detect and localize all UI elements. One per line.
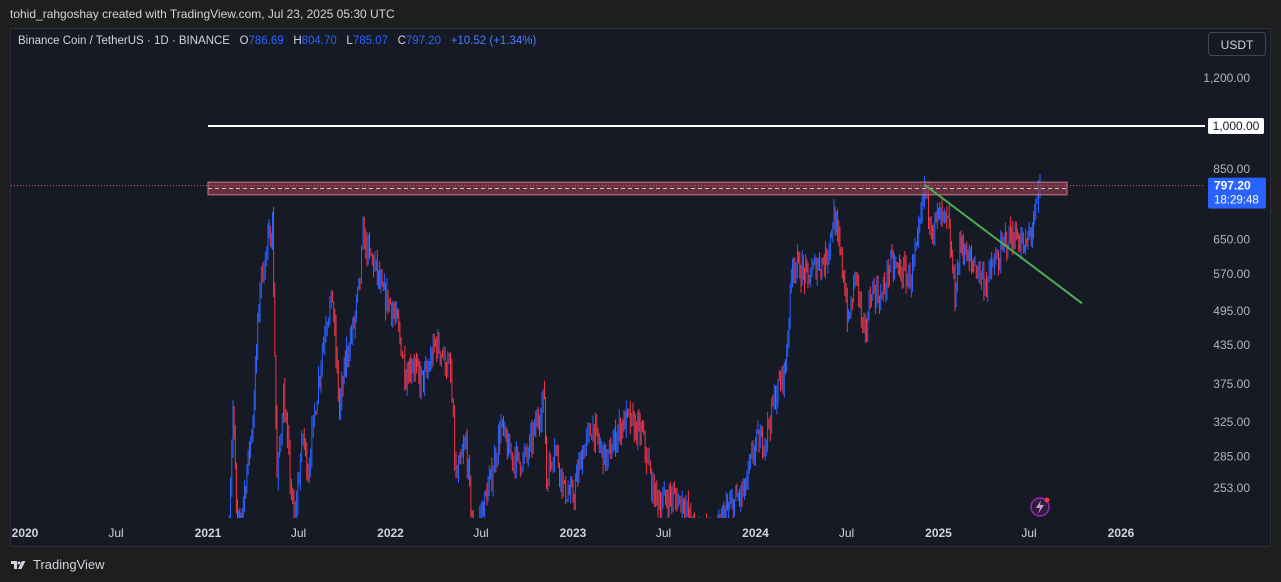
tradingview-logo-icon xyxy=(11,560,26,569)
countdown-text: 18:29:48 xyxy=(1214,195,1259,207)
candlestick-series xyxy=(228,174,1041,518)
time-tick-label: 2020 xyxy=(12,526,39,540)
time-tick-label: Jul xyxy=(1021,526,1036,540)
symbol-name: Binance Coin / TetherUS · 1D · BINANCE xyxy=(18,35,230,47)
price-tick-label: 650.00 xyxy=(1213,232,1250,246)
time-tick-label: 2026 xyxy=(1108,526,1135,540)
price-axis[interactable]: 1,200.00850.00750.00650.00570.00495.0043… xyxy=(1203,71,1266,495)
low-value: 785.07 xyxy=(352,35,388,47)
close-label: C xyxy=(397,35,406,47)
time-tick-label: 2021 xyxy=(195,526,222,540)
price-tick-label: 375.00 xyxy=(1213,377,1250,391)
price-tick-label: 435.00 xyxy=(1213,338,1250,352)
tradingview-brand[interactable]: TradingView xyxy=(10,557,105,572)
price-tick-label: 850.00 xyxy=(1213,162,1250,176)
descending-trendline xyxy=(923,183,1083,305)
current-price-text: 797.20 xyxy=(1214,179,1251,193)
time-tick-label: Jul xyxy=(473,526,488,540)
time-tick-label: 2024 xyxy=(742,526,769,540)
level-price-text: 1,000.00 xyxy=(1213,119,1260,133)
symbol-legend: Binance Coin / TetherUS · 1D · BINANCE O… xyxy=(18,35,536,47)
close-value: 797.20 xyxy=(405,35,442,47)
time-tick-label: Jul xyxy=(108,526,123,540)
brand-name: TradingView xyxy=(33,557,105,572)
footer-bar: TradingView xyxy=(0,548,1281,582)
price-tick-label: 325.00 xyxy=(1213,415,1250,429)
time-tick-label: 2023 xyxy=(560,526,587,540)
level-price-label: 1,000.00 xyxy=(1208,118,1264,135)
price-chart[interactable]: 1,200.00850.00750.00650.00570.00495.0043… xyxy=(0,0,1281,548)
alert-clock-icon[interactable] xyxy=(1030,497,1050,517)
price-tick-label: 1,200.00 xyxy=(1203,71,1250,85)
currency-button[interactable]: USDT xyxy=(1208,32,1266,56)
price-tick-label: 285.00 xyxy=(1213,450,1250,464)
price-tick-label: 495.00 xyxy=(1213,304,1250,318)
high-label: H xyxy=(293,35,302,47)
open-value: 786.69 xyxy=(248,35,284,47)
current-price-label: 797.20 18:29:48 xyxy=(1208,177,1266,209)
time-tick-label: Jul xyxy=(839,526,854,540)
price-tick-label: 253.00 xyxy=(1213,481,1250,495)
time-tick-label: 2022 xyxy=(377,526,404,540)
time-tick-label: Jul xyxy=(656,526,671,540)
change-value: +10.52 (+1.34%) xyxy=(450,35,537,47)
open-label: O xyxy=(239,35,249,47)
price-tick-label: 570.00 xyxy=(1213,267,1250,281)
time-tick-label: Jul xyxy=(291,526,306,540)
time-axis[interactable]: 2020 Jul 2021 Jul 2022 Jul 2023 Jul 2024 Jul 2025 J… xyxy=(12,526,1135,540)
high-value: 804.70 xyxy=(301,35,337,47)
time-tick-label: 2025 xyxy=(925,526,952,540)
